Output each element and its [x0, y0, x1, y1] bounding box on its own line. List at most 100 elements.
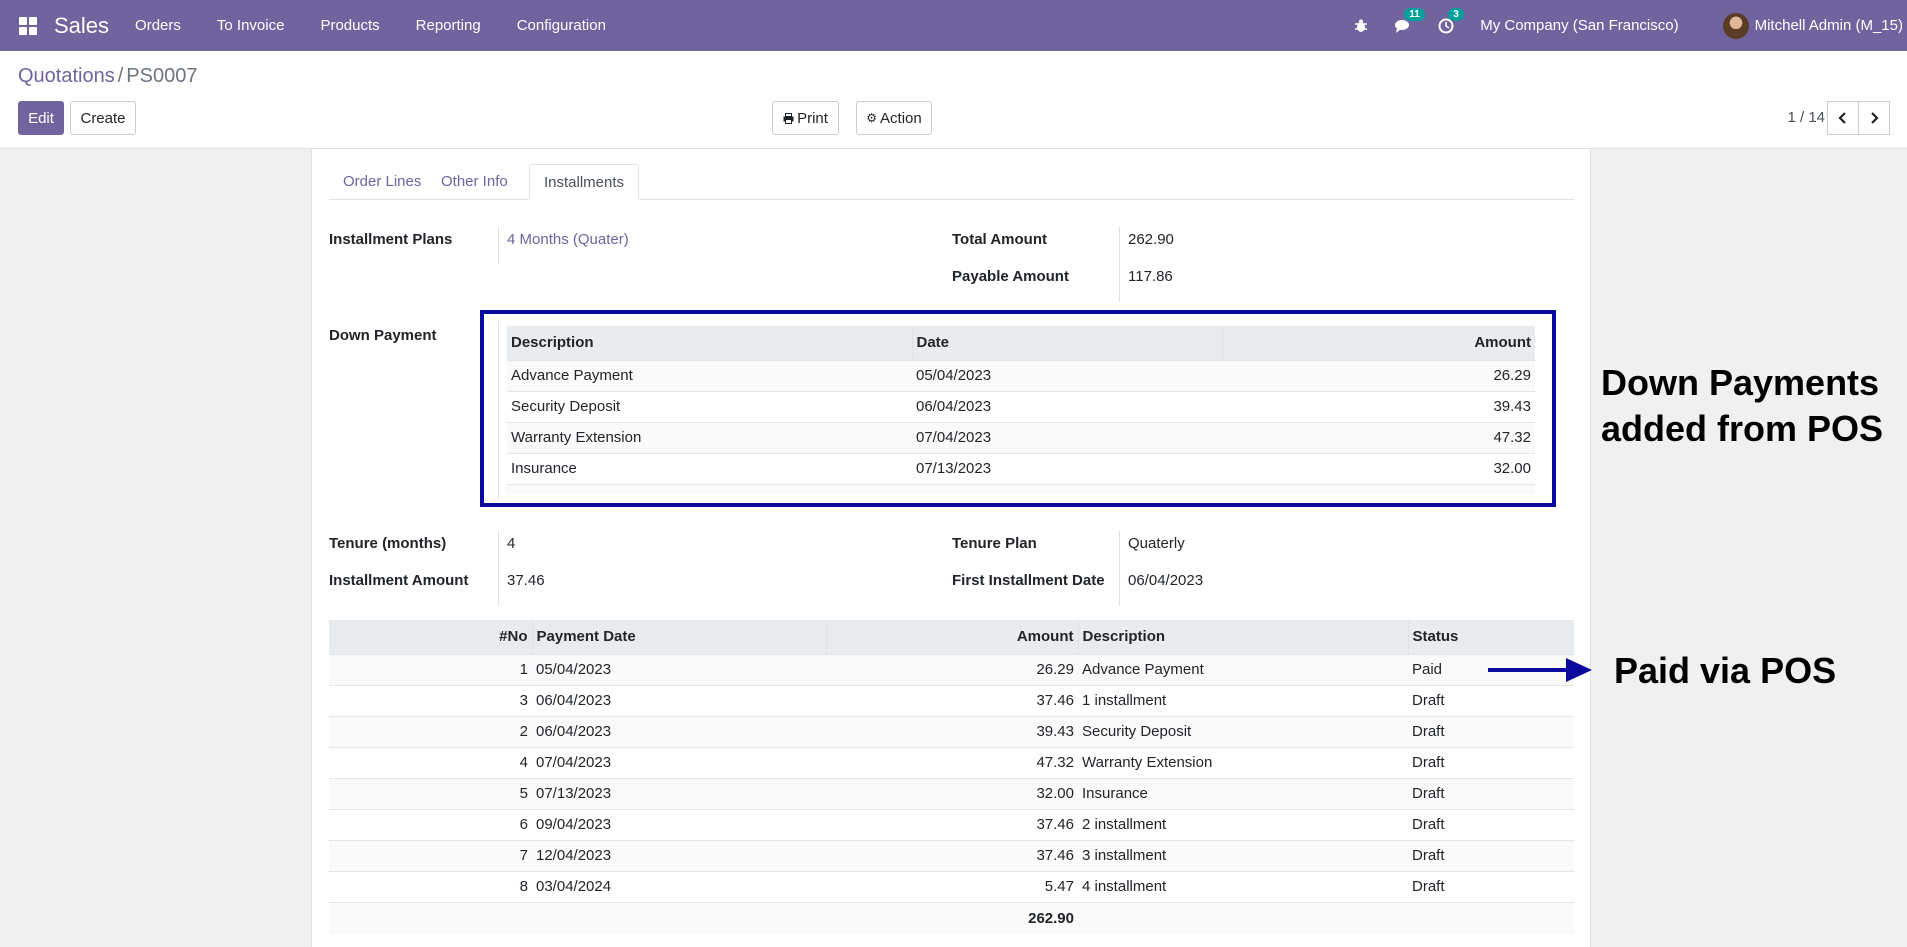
inst-cell-no: 5 — [329, 777, 532, 809]
installment-amount-label: Installment Amount — [329, 572, 469, 589]
tenure-plan-value: Quaterly — [1119, 531, 1185, 569]
create-button[interactable]: Create — [70, 101, 136, 135]
inst-header-description[interactable]: Description — [1078, 620, 1409, 654]
top-navbar: Sales Orders To Invoice Products Reporti… — [0, 0, 1907, 51]
installments-table: #No Payment Date Amount Description Stat… — [329, 620, 1574, 934]
notebook-tabs: Order Lines Other Info Installments — [329, 164, 1574, 200]
inst-cell-no: 3 — [329, 684, 532, 716]
inst-cell-no: 6 — [329, 808, 532, 840]
inst-cell-payment-date: 06/04/2023 — [532, 684, 826, 716]
menu-configuration[interactable]: Configuration — [517, 17, 606, 34]
inst-header-amount[interactable]: Amount — [826, 620, 1079, 654]
tab-order-lines[interactable]: Order Lines — [329, 164, 435, 200]
inst-header-status[interactable]: Status — [1408, 620, 1574, 654]
menu-reporting[interactable]: Reporting — [416, 17, 481, 34]
action-label: Action — [880, 109, 922, 127]
inst-cell-description: 2 installment — [1078, 808, 1408, 840]
annotation-paid-via-pos: Paid via POS — [1614, 650, 1837, 691]
inst-cell-description: Security Deposit — [1078, 715, 1408, 747]
inst-cell-amount: 32.00 — [826, 777, 1078, 809]
table-row[interactable]: 5 07/13/2023 32.00 Insurance Draft — [329, 777, 1574, 809]
main-menu: Orders To Invoice Products Reporting Con… — [135, 17, 642, 34]
inst-cell-status: Draft — [1408, 684, 1574, 716]
tab-installments[interactable]: Installments — [529, 164, 640, 200]
gear-icon: ⚙ — [866, 111, 878, 125]
activities-badge: 3 — [1448, 7, 1464, 21]
inst-cell-no: 4 — [329, 746, 532, 778]
form-sheet: Order Lines Other Info Installments Inst… — [311, 149, 1591, 947]
breadcrumb: Quotations / PS0007 — [18, 65, 197, 88]
inst-header-payment-date[interactable]: Payment Date — [532, 620, 827, 654]
annotation-down-payments-line1: Down Payments — [1601, 362, 1880, 403]
print-button[interactable]: Print — [772, 101, 839, 135]
menu-orders[interactable]: Orders — [135, 17, 181, 34]
inst-cell-status: Draft — [1408, 839, 1574, 871]
control-panel: Quotations / PS0007 Edit Create Print ⚙ Ac… — [0, 51, 1907, 149]
inst-cell-amount: 47.32 — [826, 746, 1078, 778]
inst-cell-description: Warranty Extension — [1078, 746, 1408, 778]
print-icon — [783, 112, 794, 124]
first-installment-date-label: First Installment Date — [952, 572, 1105, 589]
edit-button[interactable]: Edit — [18, 101, 64, 135]
total-amount-label: Total Amount — [952, 231, 1047, 248]
table-row[interactable]: 3 06/04/2023 37.46 1 installment Draft — [329, 684, 1574, 716]
breadcrumb-current: PS0007 — [126, 65, 198, 87]
down-payment-label: Down Payment — [329, 327, 437, 344]
table-row[interactable]: 8 03/04/2024 5.47 4 installment Draft — [329, 870, 1574, 902]
inst-cell-payment-date: 09/04/2023 — [532, 808, 826, 840]
app-brand[interactable]: Sales — [54, 13, 109, 39]
payable-amount-label: Payable Amount — [952, 268, 1069, 285]
inst-cell-status: Draft — [1408, 870, 1574, 902]
pager-counter[interactable]: 1 / 14 — [1787, 109, 1825, 126]
tenure-plan-label: Tenure Plan — [952, 535, 1037, 552]
messages-badge: 11 — [1404, 7, 1425, 21]
arrow-right-icon — [1488, 658, 1592, 682]
inst-cell-amount: 37.46 — [826, 684, 1078, 716]
table-row[interactable]: 7 12/04/2023 37.46 3 installment Draft — [329, 839, 1574, 871]
activities-clock-icon[interactable]: 3 — [1438, 7, 1464, 34]
inst-cell-description: 3 installment — [1078, 839, 1408, 871]
inst-cell-amount: 5.47 — [826, 870, 1078, 902]
apps-menu-icon[interactable] — [19, 16, 37, 35]
inst-cell-payment-date: 03/04/2024 — [532, 870, 826, 902]
inst-total-amount: 262.90 — [826, 901, 1078, 934]
inst-cell-payment-date: 07/13/2023 — [532, 777, 826, 809]
inst-cell-payment-date: 05/04/2023 — [532, 653, 826, 685]
debug-bug-icon[interactable] — [1354, 19, 1368, 33]
company-switcher[interactable]: My Company (San Francisco) — [1480, 17, 1678, 34]
inst-total-row: 262.90 — [329, 901, 1574, 934]
inst-header-no[interactable]: #No — [329, 620, 533, 654]
tab-other-info[interactable]: Other Info — [427, 164, 522, 200]
down-payment-highlight-box — [480, 310, 1556, 507]
inst-cell-description: 4 installment — [1078, 870, 1408, 902]
chevron-left-icon — [1838, 112, 1846, 124]
inst-cell-no: 2 — [329, 715, 532, 747]
total-amount-value: 262.90 — [1119, 227, 1174, 265]
installment-plans-value[interactable]: 4 Months (Quater) — [498, 227, 629, 265]
tenure-months-value: 4 — [498, 531, 515, 569]
payable-amount-value: 117.86 — [1119, 264, 1173, 302]
pager-previous-button[interactable] — [1827, 101, 1859, 135]
table-row[interactable]: 6 09/04/2023 37.46 2 installment Draft — [329, 808, 1574, 840]
table-row[interactable]: 2 06/04/2023 39.43 Security Deposit Draf… — [329, 715, 1574, 747]
breadcrumb-separator: / — [117, 65, 124, 87]
action-button[interactable]: ⚙ Action — [856, 101, 932, 135]
tenure-months-label: Tenure (months) — [329, 535, 447, 552]
table-row[interactable]: 1 05/04/2023 26.29 Advance Payment Paid — [329, 653, 1574, 685]
user-avatar[interactable] — [1722, 12, 1749, 39]
inst-cell-description: Advance Payment — [1078, 653, 1408, 685]
user-menu[interactable]: Mitchell Admin (M_15) — [1755, 17, 1903, 34]
menu-to-invoice[interactable]: To Invoice — [217, 17, 285, 34]
messages-icon[interactable]: 11 — [1394, 7, 1425, 34]
breadcrumb-quotations[interactable]: Quotations — [18, 65, 115, 87]
menu-products[interactable]: Products — [320, 17, 379, 34]
inst-cell-status: Draft — [1408, 808, 1574, 840]
annotation-down-payments: Down Payments added from POS — [1601, 360, 1883, 452]
inst-cell-status: Draft — [1408, 777, 1574, 809]
pager-next-button[interactable] — [1858, 101, 1890, 135]
chevron-right-icon — [1871, 112, 1879, 124]
inst-cell-no: 1 — [329, 653, 532, 685]
inst-cell-payment-date: 06/04/2023 — [532, 715, 826, 747]
table-row[interactable]: 4 07/04/2023 47.32 Warranty Extension Dr… — [329, 746, 1574, 778]
inst-cell-no: 8 — [329, 870, 532, 902]
